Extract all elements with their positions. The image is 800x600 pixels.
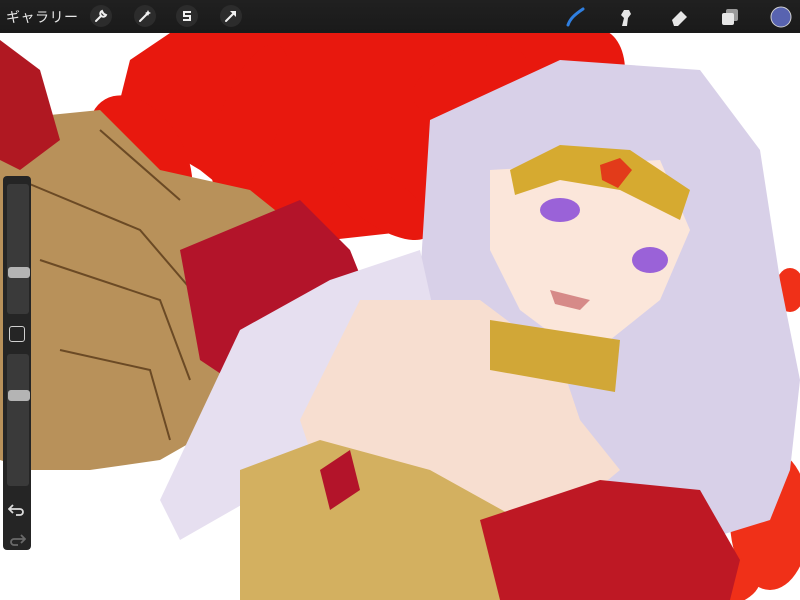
brush-size-slider[interactable] <box>7 184 29 314</box>
left-eye <box>540 198 580 222</box>
eraser-icon[interactable] <box>667 5 691 29</box>
brush-size-thumb[interactable] <box>8 267 30 279</box>
magic-wand-icon[interactable] <box>134 5 156 27</box>
gallery-button[interactable]: ギャラリー <box>6 7 80 27</box>
drawing-canvas[interactable] <box>0 0 800 600</box>
wrench-icon[interactable] <box>90 5 112 27</box>
right-eye <box>632 247 668 273</box>
top-toolbar: ギャラリー <box>0 0 800 33</box>
undo-icon[interactable] <box>7 502 26 516</box>
modify-square-icon[interactable] <box>9 326 25 342</box>
redo-icon[interactable] <box>8 532 27 546</box>
smudge-icon[interactable] <box>614 5 638 29</box>
color-swatch-icon[interactable] <box>769 5 793 29</box>
brush-icon[interactable] <box>563 5 587 29</box>
opacity-slider[interactable] <box>7 354 29 486</box>
selection-s-icon[interactable] <box>176 5 198 27</box>
left-sidebar <box>3 176 31 550</box>
layers-icon[interactable] <box>718 5 742 29</box>
opacity-thumb[interactable] <box>8 390 30 402</box>
arrow-transform-icon[interactable] <box>220 5 242 27</box>
